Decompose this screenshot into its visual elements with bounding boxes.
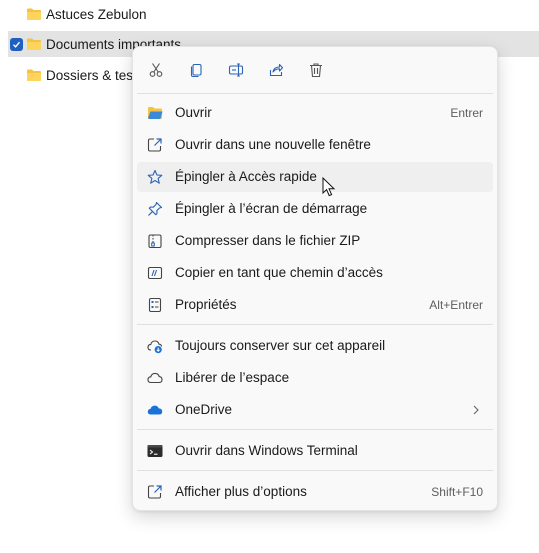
menu-item-shortcut: Alt+Entrer <box>429 298 483 312</box>
menu-item-always-keep[interactable]: Toujours conserver sur cet appareil <box>137 331 493 361</box>
cloud-icon <box>147 372 163 384</box>
menu-item-windows-terminal[interactable]: Ouvrir dans Windows Terminal <box>137 436 493 466</box>
menu-item-label: Ouvrir dans Windows Terminal <box>175 443 358 458</box>
star-icon <box>147 169 163 184</box>
cut-icon <box>149 63 163 77</box>
share-button[interactable] <box>261 57 291 83</box>
copy-button[interactable] <box>181 57 211 83</box>
menu-item-label: Copier en tant que chemin d’accès <box>175 265 383 280</box>
copy-path-icon <box>147 266 163 280</box>
menu-item-label: Afficher plus d’options <box>175 484 307 499</box>
menu-item-label: Compresser dans le fichier ZIP <box>175 233 361 248</box>
menu-item-free-space[interactable]: Libérer de l’espace <box>137 363 493 393</box>
menu-item-label: Ouvrir <box>175 105 212 120</box>
delete-icon <box>310 63 322 78</box>
file-row-astuces-zebulon[interactable]: Astuces Zebulon <box>8 1 539 27</box>
menu-item-compress-zip[interactable]: Compresser dans le fichier ZIP <box>137 226 493 256</box>
folder-open-icon <box>148 107 163 119</box>
zip-icon <box>148 234 162 249</box>
folder-icon <box>27 8 41 20</box>
quick-action-bar <box>133 47 497 93</box>
folder-icon <box>27 69 41 81</box>
menu-item-pin-quick-access[interactable]: Épingler à Accès rapide <box>137 162 493 192</box>
file-explorer: Astuces Zebulon Documents importants Dos… <box>0 0 539 553</box>
menu-item-label: Toujours conserver sur cet appareil <box>175 338 386 353</box>
menu-item-onedrive[interactable]: OneDrive <box>137 395 493 425</box>
open-new-window-icon <box>147 138 162 152</box>
cloud-download-icon <box>147 340 163 354</box>
onedrive-icon <box>147 405 163 415</box>
cut-button[interactable] <box>141 57 171 83</box>
menu-item-label: Épingler à Accès rapide <box>175 169 317 184</box>
checkmark-icon <box>13 41 21 48</box>
selection-checkbox[interactable] <box>10 37 23 51</box>
menu-item-copy-path[interactable]: Copier en tant que chemin d’accès <box>137 258 493 288</box>
menu-separator <box>137 429 493 430</box>
properties-icon <box>148 297 162 313</box>
menu-item-label: Libérer de l’espace <box>175 370 290 385</box>
menu-item-shortcut: Entrer <box>450 106 483 120</box>
rename-button[interactable] <box>221 57 251 83</box>
menu-item-shortcut: Shift+F10 <box>431 485 483 499</box>
pin-icon <box>148 201 163 216</box>
menu-item-show-more-options[interactable]: Afficher plus d’options Shift+F10 <box>137 477 493 507</box>
menu-item-pin-start[interactable]: Épingler à l’écran de démarrage <box>137 194 493 224</box>
share-icon <box>269 63 284 77</box>
copy-icon <box>190 63 202 78</box>
menu-item-label: OneDrive <box>175 402 233 417</box>
menu-separator <box>137 470 493 471</box>
mouse-cursor-icon <box>322 177 336 197</box>
more-options-icon <box>147 485 162 499</box>
delete-button[interactable] <box>301 57 331 83</box>
rename-icon <box>228 63 244 77</box>
menu-item-open-new-window[interactable]: Ouvrir dans une nouvelle fenêtre <box>137 130 493 160</box>
menu-item-open[interactable]: Ouvrir Entrer <box>137 98 493 128</box>
menu-separator <box>137 93 493 94</box>
file-name: Astuces Zebulon <box>46 6 147 22</box>
file-name: Dossiers & tests <box>46 67 144 83</box>
menu-item-properties[interactable]: Propriétés Alt+Entrer <box>137 290 493 320</box>
menu-item-label: Propriétés <box>175 297 237 312</box>
menu-item-label: Épingler à l’écran de démarrage <box>175 201 368 216</box>
folder-icon <box>27 38 41 50</box>
terminal-icon <box>147 445 163 457</box>
menu-item-label: Ouvrir dans une nouvelle fenêtre <box>175 137 371 152</box>
menu-separator <box>137 324 493 325</box>
chevron-right-icon <box>473 405 479 415</box>
context-menu: Ouvrir Entrer Ouvrir dans une nouvelle f… <box>132 46 498 511</box>
